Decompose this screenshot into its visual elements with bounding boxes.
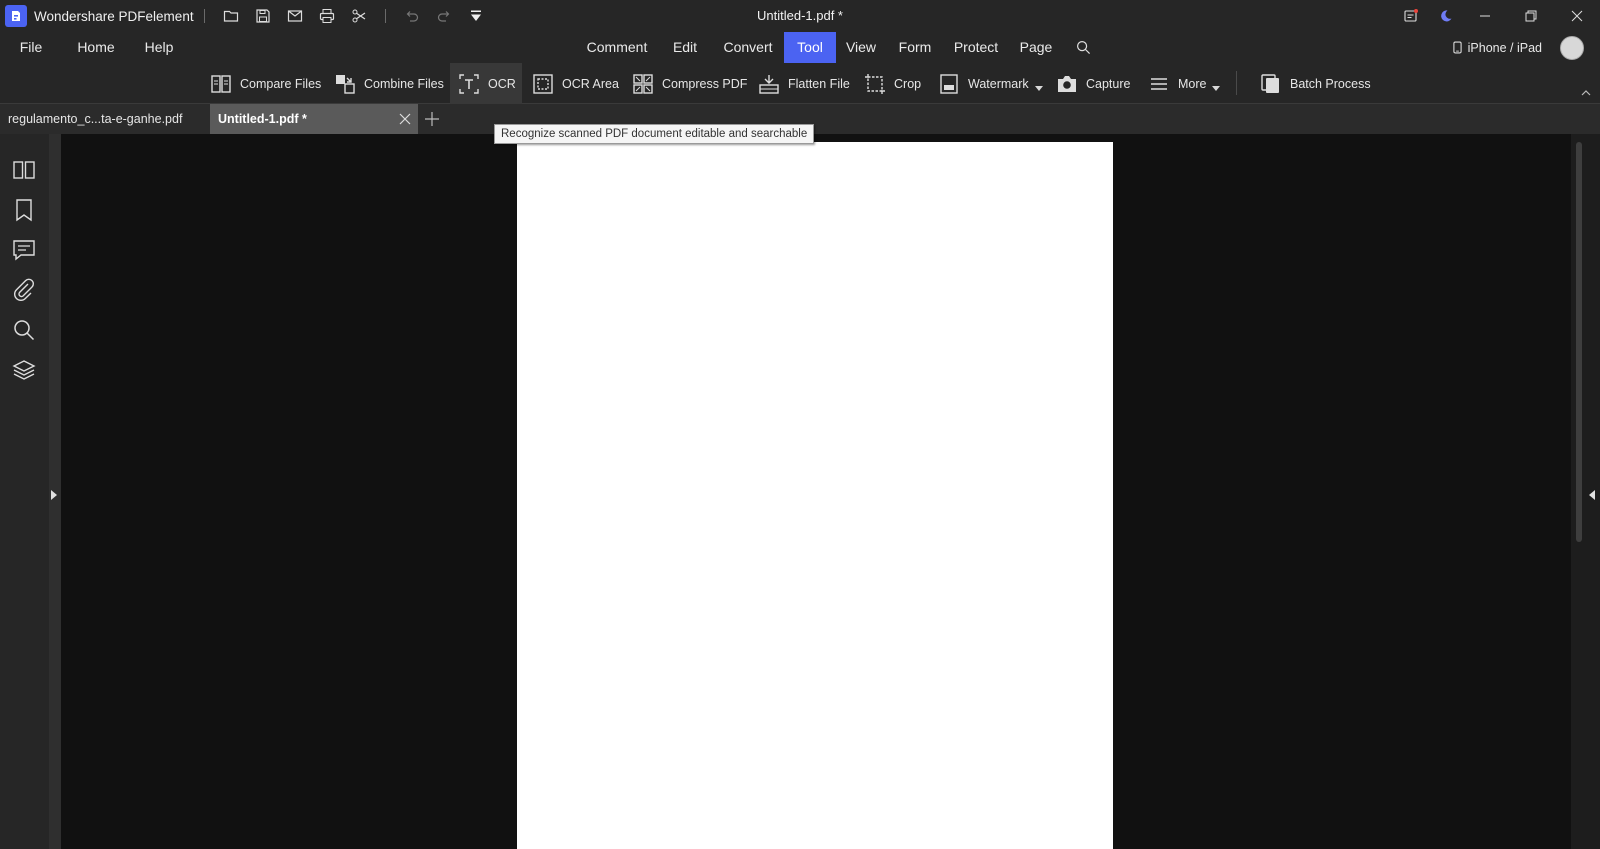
chevron-down-icon — [1034, 86, 1043, 91]
more-button[interactable]: More — [1140, 63, 1228, 104]
menu-comment[interactable]: Comment — [580, 32, 654, 63]
combine-files-label: Combine Files — [364, 76, 444, 91]
flatten-file-icon — [759, 74, 779, 94]
menu-page[interactable]: Page — [1014, 32, 1058, 63]
thumbnails-icon[interactable] — [12, 158, 36, 182]
compare-files-button[interactable]: Compare Files — [202, 63, 329, 104]
comment-icon[interactable] — [12, 238, 36, 262]
device-label: iPhone / iPad — [1467, 40, 1542, 55]
menu-bar: File Home Help Comment Edit Convert Tool… — [0, 32, 1600, 63]
compare-files-label: Compare Files — [240, 76, 322, 91]
pdf-page[interactable] — [517, 142, 1113, 849]
add-tab-icon[interactable] — [424, 111, 440, 127]
compress-pdf-label: Compress PDF — [662, 76, 748, 91]
crop-button[interactable]: Crop — [856, 63, 929, 104]
redo-icon[interactable] — [428, 0, 460, 32]
ocr-area-label: OCR Area — [562, 76, 619, 91]
crop-icon — [865, 73, 885, 94]
notification-icon[interactable] — [1394, 0, 1428, 32]
attachment-icon[interactable] — [12, 278, 36, 302]
crop-label: Crop — [894, 76, 922, 91]
save-icon[interactable] — [247, 0, 279, 32]
batch-process-button[interactable]: Batch Process — [1252, 63, 1379, 104]
tab-regulamento[interactable]: regulamento_c...ta-e-ganhe.pdf — [0, 104, 210, 134]
capture-button[interactable]: Capture — [1048, 63, 1138, 104]
expand-right-panel-icon[interactable] — [1589, 490, 1595, 500]
search-icon[interactable] — [12, 318, 36, 342]
ocr-label: OCR — [488, 76, 516, 91]
menu-convert[interactable]: Convert — [716, 32, 780, 63]
compress-pdf-icon — [633, 73, 653, 94]
menu-home[interactable]: Home — [68, 32, 124, 63]
search-icon[interactable] — [1072, 32, 1094, 63]
more-label: More — [1178, 76, 1207, 91]
undo-icon[interactable] — [396, 0, 428, 32]
menu-edit[interactable]: Edit — [662, 32, 708, 63]
compare-files-icon — [211, 74, 231, 93]
vertical-scrollbar[interactable] — [1576, 142, 1582, 542]
divider — [384, 9, 386, 23]
print-icon[interactable] — [311, 0, 343, 32]
menu-protect[interactable]: Protect — [948, 32, 1004, 63]
app-name: Wondershare PDFelement — [34, 8, 194, 24]
open-folder-icon[interactable] — [215, 0, 247, 32]
menu-view[interactable]: View — [840, 32, 882, 63]
flatten-file-label: Flatten File — [788, 76, 850, 91]
menu-file[interactable]: File — [8, 32, 54, 63]
tool-toolbar: Compare Files Combine Files OCR OCR Area… — [0, 63, 1600, 104]
flatten-file-button[interactable]: Flatten File — [750, 63, 858, 104]
app-logo-icon — [5, 5, 27, 27]
avatar[interactable] — [1560, 36, 1584, 60]
combine-files-button[interactable]: Combine Files — [326, 63, 452, 104]
menu-tool[interactable]: Tool — [784, 32, 836, 63]
tab-untitled-label: Untitled-1.pdf * — [218, 112, 307, 126]
divider — [203, 9, 205, 23]
phone-icon — [1453, 41, 1462, 54]
combine-files-icon — [336, 74, 355, 94]
ocr-area-button[interactable]: OCR Area — [524, 63, 627, 104]
tab-untitled[interactable]: Untitled-1.pdf * — [210, 104, 418, 134]
close-window-icon[interactable] — [1554, 0, 1600, 32]
title-bar: Wondershare PDFelement Untitled-1.pdf * — [0, 0, 1600, 32]
menu-form[interactable]: Form — [892, 32, 938, 63]
watermark-label: Watermark — [968, 76, 1029, 91]
menu-help[interactable]: Help — [136, 32, 182, 63]
ocr-icon — [459, 73, 479, 94]
capture-label: Capture — [1086, 76, 1131, 91]
left-sidebar — [0, 134, 49, 849]
batch-process-icon — [1261, 73, 1279, 93]
dark-mode-icon[interactable] — [1428, 0, 1462, 32]
close-icon[interactable] — [398, 112, 412, 126]
ocr-tooltip: Recognize scanned PDF document editable … — [494, 124, 815, 144]
chevron-down-icon — [1212, 86, 1221, 91]
customize-dropdown-icon[interactable] — [460, 0, 492, 32]
restore-icon[interactable] — [1508, 0, 1554, 32]
compress-pdf-button[interactable]: Compress PDF — [624, 63, 755, 104]
scissors-icon[interactable] — [343, 0, 375, 32]
ocr-area-icon — [533, 73, 553, 94]
watermark-button[interactable]: Watermark — [930, 63, 1051, 104]
bookmark-icon[interactable] — [12, 198, 36, 222]
layers-icon[interactable] — [12, 358, 36, 382]
watermark-icon — [940, 73, 958, 94]
batch-process-label: Batch Process — [1290, 76, 1371, 91]
camera-icon — [1058, 75, 1076, 92]
collapse-ribbon-icon[interactable] — [1580, 87, 1592, 99]
ocr-button[interactable]: OCR — [450, 63, 522, 104]
menu-lines-icon — [1151, 77, 1167, 90]
minimize-icon[interactable] — [1462, 0, 1508, 32]
device-button[interactable]: iPhone / iPad — [1453, 32, 1542, 63]
expand-sidebar-icon[interactable] — [51, 490, 57, 500]
email-icon[interactable] — [279, 0, 311, 32]
divider — [1236, 71, 1237, 95]
